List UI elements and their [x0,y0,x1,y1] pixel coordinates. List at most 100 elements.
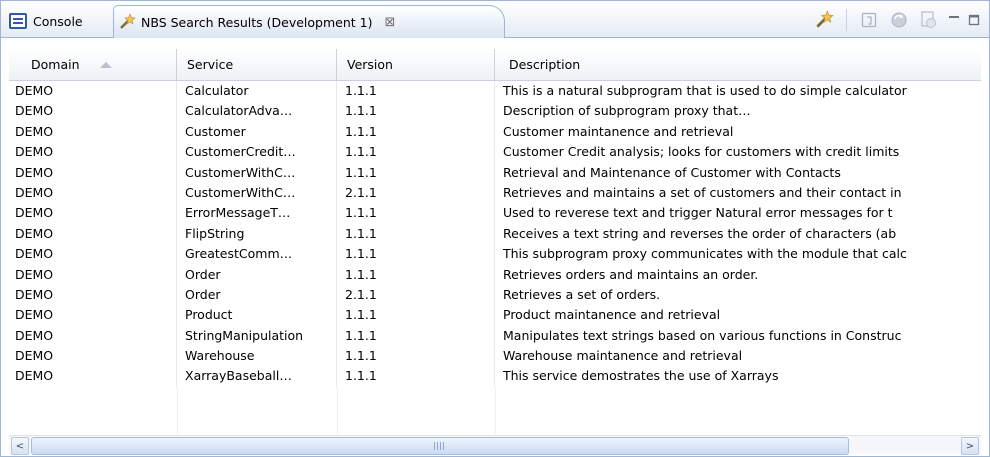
cell-description: Customer maintanence and retrieval [503,123,734,139]
cell-domain: DEMO [9,223,177,245]
cell-service: CustomerCredit… [177,142,337,163]
table-row[interactable]: DEMO Product 1.1.1 Product maintanence and … [9,305,981,326]
cell-description: Product maintanence and retrieval [503,307,721,323]
table-header: Domain Service Version Description [9,49,981,81]
cell-description: Used to reverese text and trigger Natura… [503,205,893,221]
cell-domain: DEMO [9,142,177,163]
stop-icon[interactable] [917,8,941,32]
cell-domain: DEMO [9,366,177,387]
magic-wand-icon[interactable] [812,8,836,32]
table-row[interactable]: DEMO Calculator 1.1.1 This is a natural sub… [9,81,981,102]
table-row[interactable]: DEMO CustomerWithC… 1.1.1 Retrieval and Mai… [9,162,981,183]
horizontal-scrollbar[interactable]: < > [9,435,981,455]
cell-version: 1.1.1 [337,203,495,224]
table-row[interactable]: DEMO CalculatorAdva… 1.1.1 Description of s… [9,101,981,122]
cell-domain: DEMO [9,244,177,265]
cell-service: Product [177,305,337,326]
table-row[interactable]: DEMO FlipString 1.1.1 Receives a text strin… [9,223,981,245]
cell-service: CalculatorAdva… [177,101,337,122]
tab-console[interactable]: Console [7,6,83,36]
column-divider [177,386,178,434]
table-row[interactable]: DEMO ErrorMessageT… 1.1.1 Used to reverese … [9,203,981,224]
table-row[interactable]: DEMO Order 1.1.1 Retrieves orders and maint… [9,264,981,285]
minimize-icon[interactable] [947,13,961,27]
cell-service: FlipString [177,223,337,245]
grip-icon [434,442,446,450]
cell-version: 1.1.1 [337,101,495,122]
cell-version: 2.1.1 [337,284,495,306]
cell-domain: DEMO [9,121,177,143]
column-header-description[interactable]: Description [495,49,981,80]
cell-domain: DEMO [9,264,177,285]
column-header-service[interactable]: Service [177,49,337,80]
cell-description: This subprogram proxy communicates with … [503,246,907,262]
cell-description: Retrieves a set of orders. [503,286,661,302]
cell-service: Order [177,284,337,306]
cell-version: 1.1.1 [337,121,495,143]
cell-version: 1.1.1 [337,346,495,367]
cell-domain: DEMO [9,101,177,122]
cell-service: StringManipulation [177,325,337,347]
cell-description: Warehouse maintanence and retrieval [503,348,743,364]
column-header-domain[interactable]: Domain [9,49,177,80]
table-row[interactable]: DEMO CustomerCredit… 1.1.1 Customer Credit … [9,142,981,163]
cell-version: 1.1.1 [337,142,495,163]
cell-domain: DEMO [9,182,177,204]
cell-version: 1.1.1 [337,81,495,102]
document-icon[interactable] [857,8,881,32]
cell-domain: DEMO [9,346,177,367]
search-results-view: Console NBS Search Results (Development … [0,0,990,457]
cell-service: CustomerWithC… [177,162,337,183]
tab-console-label: Console [33,13,83,29]
view-toolbar [812,7,981,33]
maximize-icon[interactable] [967,13,981,27]
cell-service: Customer [177,121,337,143]
chevron-left-icon: < [15,440,25,452]
cell-description: Retrieves and maintains a set of custome… [503,184,902,200]
cell-domain: DEMO [9,284,177,306]
tab-nbs-search-results-label: NBS Search Results (Development 1) [141,14,373,30]
cell-service: ErrorMessageT… [177,203,337,224]
cell-service: CustomerWithC… [177,182,337,204]
refresh-icon[interactable] [887,8,911,32]
table-row[interactable]: DEMO XarrayBaseball… 1.1.1 This service dem… [9,366,981,387]
table-row[interactable]: DEMO Order 2.1.1 Retrieves a set of orders. [9,284,981,306]
magic-wand-icon [118,13,136,31]
table-row[interactable]: DEMO Warehouse 1.1.1 Warehouse maintanence … [9,346,981,367]
cell-version: 1.1.1 [337,223,495,245]
cell-version: 1.1.1 [337,162,495,183]
console-icon [9,13,27,29]
tab-nbs-search-results[interactable]: NBS Search Results (Development 1) ⊠ [113,5,505,38]
cell-domain: DEMO [9,305,177,326]
column-divider [495,386,496,434]
cell-version: 1.1.1 [337,264,495,285]
cell-version: 2.1.1 [337,182,495,204]
cell-description: This is a natural subprogram that is use… [503,83,907,98]
cell-domain: DEMO [9,325,177,347]
cell-description: Customer Credit analysis; looks for cust… [503,144,900,160]
table-row[interactable]: DEMO CustomerWithC… 2.1.1 Retrieves and mai… [9,182,981,204]
cell-service: XarrayBaseball… [177,366,337,387]
table-row[interactable]: DEMO Customer 1.1.1 Customer maintanence an… [9,121,981,143]
table-row[interactable]: DEMO GreatestComm… 1.1.1 This subprogram pr… [9,244,981,265]
cell-description: Retrieves orders and maintains an order. [503,266,759,282]
cell-description: Receives a text string and reverses the … [503,225,897,241]
scroll-left-button[interactable]: < [11,437,29,455]
cell-description: Manipulates text strings based on variou… [503,327,902,343]
cell-service: Warehouse [177,346,337,367]
scroll-right-button[interactable]: > [961,437,979,455]
cell-service: Calculator [177,81,337,102]
column-divider [337,386,338,434]
cell-description: Description of subprogram proxy that… [503,103,751,119]
cell-service: Order [177,264,337,285]
cell-service: GreatestComm… [177,244,337,265]
table-filler-row [9,386,981,434]
close-icon[interactable]: ⊠ [384,15,395,30]
results-table: Domain Service Version Description DEMO C… [9,49,981,434]
table-row[interactable]: DEMO StringManipulation 1.1.1 Manipulates t… [9,325,981,347]
cell-version: 1.1.1 [337,305,495,326]
cell-domain: DEMO [9,81,177,102]
scrollbar-thumb[interactable] [31,437,849,455]
column-header-version[interactable]: Version [337,49,495,80]
table-body: DEMO Calculator 1.1.1 This is a natural sub… [9,81,981,434]
